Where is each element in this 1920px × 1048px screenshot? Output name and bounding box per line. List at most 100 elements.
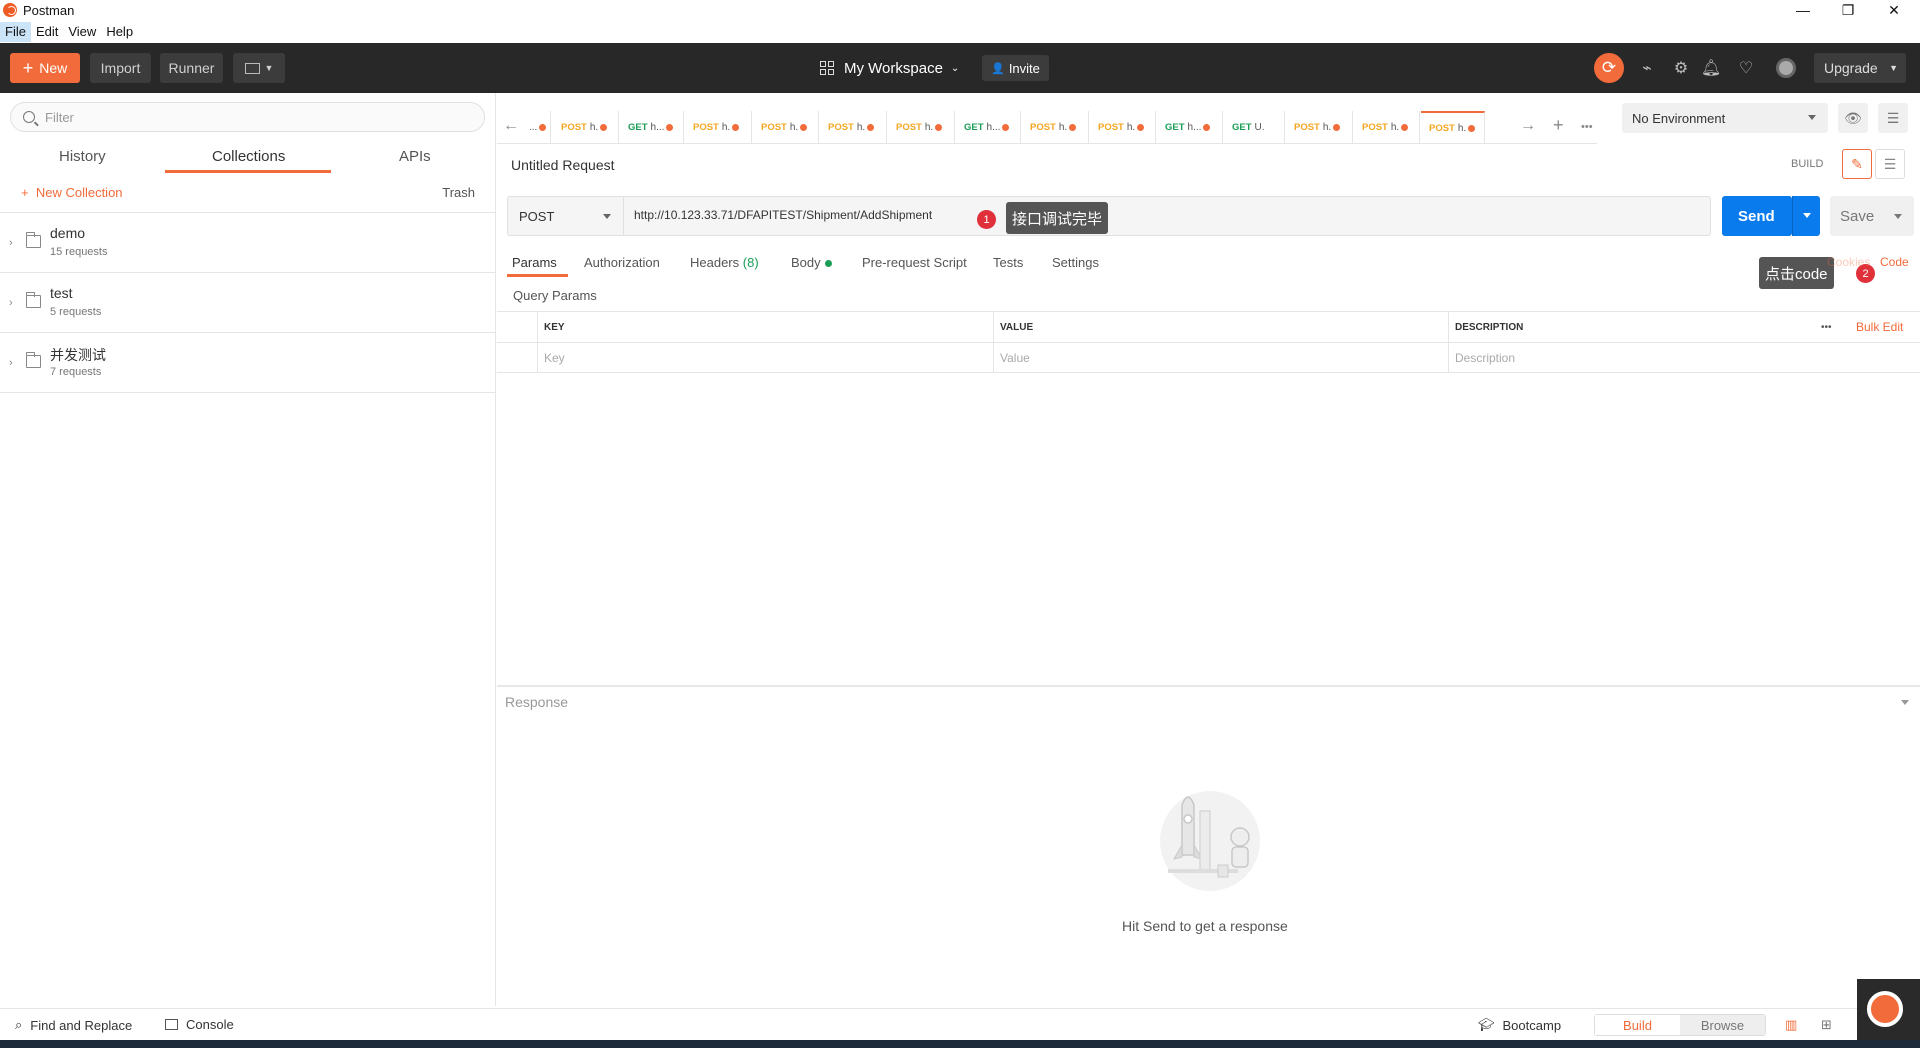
request-name[interactable]: Untitled Request bbox=[511, 157, 615, 173]
tab-name: h. bbox=[1058, 121, 1068, 133]
more-icon[interactable]: ••• bbox=[1815, 312, 1832, 342]
console-button[interactable]: Console bbox=[165, 1017, 234, 1032]
new-collection-button[interactable]: + New Collection bbox=[21, 185, 123, 200]
plus-icon[interactable]: + bbox=[1553, 115, 1564, 136]
more-icon[interactable]: ••• bbox=[1581, 121, 1593, 133]
request-tab[interactable]: ... bbox=[521, 111, 551, 143]
new-window-button[interactable]: ▼ bbox=[233, 53, 285, 83]
send-button[interactable]: Send bbox=[1722, 196, 1792, 236]
request-tab[interactable]: POST h. bbox=[1090, 111, 1156, 143]
mode-toggle: Build Browse bbox=[1594, 1014, 1766, 1036]
code-link[interactable]: Code bbox=[1880, 255, 1909, 269]
comment-icon[interactable]: ☰ bbox=[1875, 149, 1905, 179]
request-tab[interactable]: POST h. bbox=[553, 111, 619, 143]
chevron-right-icon[interactable]: › bbox=[9, 237, 13, 249]
tab-body[interactable]: Body bbox=[791, 255, 832, 270]
request-tab[interactable]: POST h. bbox=[1354, 111, 1420, 143]
tab-prerequest-script[interactable]: Pre-request Script bbox=[862, 255, 967, 270]
request-tab[interactable]: POST h. bbox=[888, 111, 955, 143]
upgrade-button[interactable]: Upgrade ▼ bbox=[1814, 53, 1906, 83]
request-tab[interactable]: POST h. bbox=[820, 111, 887, 143]
url-input[interactable]: http://10.123.33.71/DFAPITEST/Shipment/A… bbox=[634, 208, 932, 222]
close-button[interactable]: ✕ bbox=[1872, 0, 1916, 20]
key-header: KEY bbox=[537, 312, 993, 342]
bulk-edit-link[interactable]: Bulk Edit bbox=[1850, 312, 1903, 342]
heart-icon[interactable]: ♡ bbox=[1735, 57, 1757, 79]
environment-select[interactable]: No Environment bbox=[1622, 103, 1828, 133]
import-button[interactable]: Import bbox=[90, 53, 151, 83]
bootcamp-button[interactable]: 🎓︎ Bootcamp bbox=[1478, 1017, 1561, 1033]
layout-icon[interactable]: ⊞ bbox=[1821, 1017, 1832, 1033]
minimize-button[interactable]: — bbox=[1781, 0, 1825, 20]
sync-icon[interactable]: ⟳ bbox=[1594, 53, 1624, 83]
satellite-icon[interactable]: ⌁ bbox=[1636, 57, 1658, 79]
request-tab[interactable]: POST h. bbox=[753, 111, 819, 143]
send-label: Send bbox=[1738, 207, 1775, 225]
request-tab[interactable]: POST h. bbox=[1286, 111, 1353, 143]
cookies-link[interactable]: Cookies bbox=[1827, 255, 1870, 269]
value-input[interactable]: Value bbox=[993, 343, 1448, 373]
plus-icon: + bbox=[22, 57, 34, 78]
collection-count: 7 requests bbox=[50, 366, 102, 378]
method-select[interactable]: POST bbox=[508, 197, 624, 235]
eye-icon[interactable]: 👁︎ bbox=[1838, 103, 1868, 133]
headers-count: (8) bbox=[742, 255, 759, 270]
key-input[interactable]: Key bbox=[537, 343, 993, 373]
invite-button[interactable]: 👤 Invite bbox=[982, 55, 1049, 81]
collection-item[interactable]: › test 5 requests bbox=[0, 273, 496, 333]
menu-view[interactable]: View bbox=[63, 22, 101, 42]
unsaved-dot-icon bbox=[539, 123, 547, 131]
sliders-icon[interactable]: ☰ bbox=[1878, 103, 1908, 133]
arrow-right-icon[interactable]: → bbox=[1520, 117, 1536, 135]
request-tab[interactable]: POST h. bbox=[1022, 111, 1089, 143]
gear-icon[interactable]: ⚙ bbox=[1670, 57, 1692, 79]
send-options-button[interactable] bbox=[1792, 196, 1820, 236]
unsaved-dot-icon bbox=[1002, 123, 1010, 131]
request-tab[interactable]: POST h. bbox=[1421, 111, 1485, 143]
tab-method: GET bbox=[964, 121, 984, 133]
chevron-right-icon[interactable]: › bbox=[9, 297, 13, 309]
request-tab[interactable]: GET U. bbox=[1224, 111, 1285, 143]
tab-settings[interactable]: Settings bbox=[1052, 255, 1099, 270]
floating-widget[interactable] bbox=[1857, 979, 1920, 1040]
response-divider[interactable] bbox=[497, 685, 1920, 687]
request-tab[interactable]: GET h... bbox=[1157, 111, 1223, 143]
filter-input[interactable]: Filter bbox=[10, 102, 485, 132]
menu-edit[interactable]: Edit bbox=[31, 22, 63, 42]
collection-item[interactable]: › 并发测试 7 requests bbox=[0, 333, 496, 393]
tab-authorization[interactable]: Authorization bbox=[584, 255, 660, 270]
avatar[interactable] bbox=[1776, 58, 1796, 78]
description-header: DESCRIPTION bbox=[1448, 312, 1803, 342]
collection-item[interactable]: › demo 15 requests bbox=[0, 213, 496, 273]
chevron-down-icon[interactable] bbox=[1901, 700, 1909, 705]
two-pane-icon[interactable]: ▥ bbox=[1785, 1017, 1797, 1033]
tab-params[interactable]: Params bbox=[512, 255, 557, 270]
request-tab[interactable]: POST h. bbox=[685, 111, 752, 143]
menu-file[interactable]: File bbox=[0, 22, 31, 42]
unsaved-dot-icon bbox=[935, 123, 943, 131]
tab-history[interactable]: History bbox=[59, 148, 106, 166]
runner-button[interactable]: Runner bbox=[160, 53, 223, 83]
tab-name: h... bbox=[1187, 121, 1202, 133]
browse-mode-button[interactable]: Browse bbox=[1680, 1015, 1765, 1035]
tab-method: POST bbox=[1098, 121, 1124, 133]
description-input[interactable]: Description bbox=[1448, 343, 1920, 373]
tab-collections[interactable]: Collections bbox=[212, 148, 285, 166]
request-tab[interactable]: GET h... bbox=[620, 111, 684, 143]
chevron-right-icon[interactable]: › bbox=[9, 357, 13, 369]
save-button[interactable]: Save bbox=[1830, 196, 1914, 236]
trash-link[interactable]: Trash bbox=[442, 185, 475, 200]
tab-tests[interactable]: Tests bbox=[993, 255, 1023, 270]
bootcamp-label: Bootcamp bbox=[1502, 1017, 1562, 1033]
pencil-icon[interactable]: ✎ bbox=[1842, 149, 1872, 179]
maximize-button[interactable]: ❐ bbox=[1826, 0, 1870, 20]
request-tab[interactable]: GET h... bbox=[956, 111, 1021, 143]
menu-help[interactable]: Help bbox=[101, 22, 138, 42]
find-replace-button[interactable]: ⌕ Find and Replace bbox=[15, 1017, 132, 1033]
tab-apis[interactable]: APIs bbox=[399, 148, 431, 166]
workspace-selector[interactable]: My Workspace ⌄ bbox=[820, 53, 959, 83]
new-button[interactable]: + New bbox=[10, 53, 80, 83]
build-mode-button[interactable]: Build bbox=[1595, 1015, 1680, 1035]
tab-headers[interactable]: Headers (8) bbox=[690, 255, 759, 270]
bell-icon[interactable]: 🔔︎ bbox=[1700, 57, 1722, 79]
